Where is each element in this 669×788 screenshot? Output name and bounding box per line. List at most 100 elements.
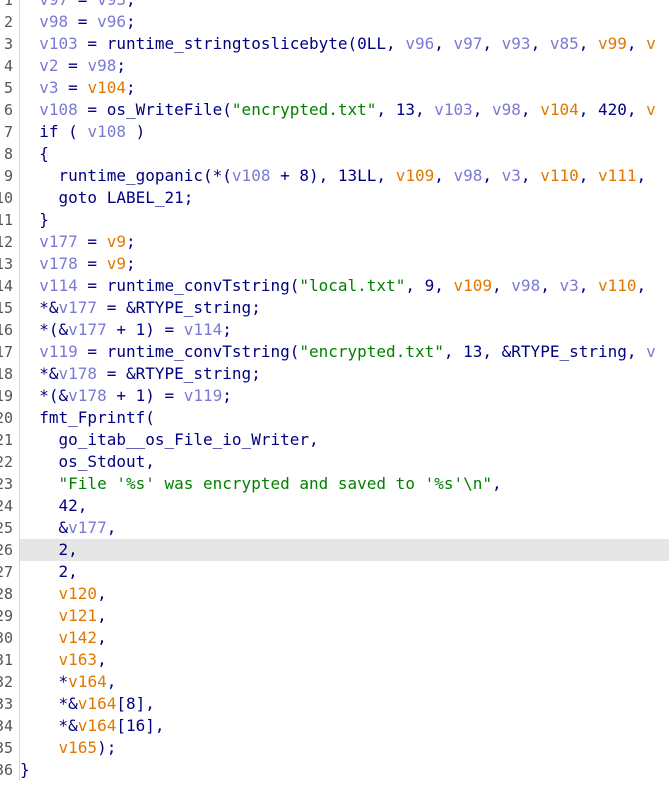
code-line[interactable]: 35 v165);: [0, 737, 669, 759]
code-token: + 1) =: [106, 320, 184, 339]
code-line[interactable]: 26 2,: [0, 539, 669, 561]
pseudocode-editor[interactable]: 1 v97 = v93;2 v98 = v96;3 v103 = runtime…: [0, 0, 669, 781]
line-number: 6: [0, 99, 20, 121]
code-line[interactable]: 18 *&v178 = &RTYPE_string;: [0, 363, 669, 385]
code-text: v3 = v104;: [20, 77, 669, 99]
code-line[interactable]: 9 runtime_gopanic(*(v108 + 8), 13LL, v10…: [0, 165, 669, 187]
code-text: v177 = v9;: [20, 231, 669, 253]
code-line[interactable]: 11 }: [0, 209, 669, 231]
code-line[interactable]: 33 *&v164[8],: [0, 693, 669, 715]
code-text: *(&v177 + 1) = v114;: [20, 319, 669, 341]
code-token: v177: [39, 232, 78, 251]
code-line[interactable]: 17 v119 = runtime_convTstring("encrypted…: [0, 341, 669, 363]
code-token: v114: [39, 276, 78, 295]
code-line[interactable]: 13 v178 = v9;: [0, 253, 669, 275]
code-line[interactable]: 23 "File '%s' was encrypted and saved to…: [0, 473, 669, 495]
code-token: os_Stdout,: [20, 452, 155, 471]
code-line[interactable]: 21 go_itab__os_File_io_Writer,: [0, 429, 669, 451]
code-token: v99: [598, 34, 627, 53]
code-line[interactable]: 10 goto LABEL_21;: [0, 187, 669, 209]
code-line[interactable]: 12 v177 = v9;: [0, 231, 669, 253]
code-line[interactable]: 34 *&v164[16],: [0, 715, 669, 737]
code-token: ,: [578, 34, 598, 53]
line-number: 14: [0, 275, 20, 297]
code-line[interactable]: 28 v120,: [0, 583, 669, 605]
code-token: runtime_gopanic(*(: [20, 166, 232, 185]
code-token: v98: [87, 56, 117, 75]
code-token: =: [77, 232, 107, 251]
code-line[interactable]: 36}: [0, 759, 669, 781]
code-line[interactable]: 14 v114 = runtime_convTstring("local.txt…: [0, 275, 669, 297]
code-token: ): [125, 122, 146, 141]
code-token: go_itab__os_File_io_Writer,: [20, 430, 319, 449]
code-line[interactable]: 22 os_Stdout,: [0, 451, 669, 473]
code-text: *&v164[16],: [20, 715, 669, 737]
code-token: v103: [434, 100, 473, 119]
code-line[interactable]: 30 v142,: [0, 627, 669, 649]
line-number: 25: [0, 517, 20, 539]
code-text: go_itab__os_File_io_Writer,: [20, 429, 669, 451]
code-line[interactable]: 31 v163,: [0, 649, 669, 671]
code-token: v178: [68, 386, 107, 405]
code-text: 42,: [20, 495, 669, 517]
line-number: 5: [0, 77, 20, 99]
code-line[interactable]: 5 v3 = v104;: [0, 77, 669, 99]
code-token: v165: [58, 738, 98, 757]
code-token: ;: [126, 0, 136, 9]
code-line[interactable]: 19 *(&v178 + 1) = v119;: [0, 385, 669, 407]
code-token: v111: [597, 166, 637, 185]
code-line[interactable]: 20 fmt_Fprintf(: [0, 407, 669, 429]
code-line[interactable]: 1 v97 = v93;: [0, 0, 669, 11]
code-text: v178 = v9;: [20, 253, 669, 275]
code-line[interactable]: 2 v98 = v96;: [0, 11, 669, 33]
code-token: fmt_Fprintf(: [20, 408, 155, 427]
line-number: 24: [0, 495, 20, 517]
code-token: v98: [453, 166, 483, 185]
code-token: 2,: [20, 540, 78, 559]
code-text: *&v178 = &RTYPE_string;: [20, 363, 669, 385]
code-line[interactable]: 16 *(&v177 + 1) = v114;: [0, 319, 669, 341]
code-line[interactable]: 15 *&v177 = &RTYPE_string;: [0, 297, 669, 319]
code-line[interactable]: 32 *v164,: [0, 671, 669, 693]
code-text: v108 = os_WriteFile("encrypted.txt", 13,…: [20, 99, 669, 121]
line-number: 20: [0, 407, 20, 429]
code-line[interactable]: 4 v2 = v98;: [0, 55, 669, 77]
line-number: 23: [0, 473, 20, 495]
code-line[interactable]: 7 if ( v108 ): [0, 121, 669, 143]
code-token: v93: [97, 0, 126, 9]
line-number: 4: [0, 55, 20, 77]
line-number: 1: [0, 0, 20, 11]
code-token: , 9,: [405, 276, 454, 295]
code-token: ,: [578, 276, 598, 295]
code-token: v178: [58, 364, 98, 383]
code-token: ,: [520, 166, 541, 185]
code-line[interactable]: 8 {: [0, 143, 669, 165]
code-token: }: [20, 760, 30, 779]
code-line[interactable]: 24 42,: [0, 495, 669, 517]
code-token: = &RTYPE_string;: [97, 298, 261, 317]
code-text: 2,: [20, 539, 669, 561]
code-token: v9: [106, 254, 126, 273]
code-line[interactable]: 3 v103 = runtime_stringtoslicebyte(0LL, …: [0, 33, 669, 55]
code-line[interactable]: 27 2,: [0, 561, 669, 583]
line-number: 34: [0, 715, 20, 737]
code-text: v163,: [20, 649, 669, 671]
code-line[interactable]: 25 &v177,: [0, 517, 669, 539]
code-token: = os_WriteFile(: [77, 100, 232, 119]
code-token: v164: [77, 716, 117, 735]
line-number: 35: [0, 737, 20, 759]
code-token: = &RTYPE_string;: [97, 364, 261, 383]
line-number: 10: [0, 187, 20, 209]
code-text: runtime_gopanic(*(v108 + 8), 13LL, v109,…: [20, 165, 669, 187]
code-line[interactable]: 29 v121,: [0, 605, 669, 627]
code-token: v120: [58, 584, 98, 603]
code-line[interactable]: 6 v108 = os_WriteFile("encrypted.txt", 1…: [0, 99, 669, 121]
